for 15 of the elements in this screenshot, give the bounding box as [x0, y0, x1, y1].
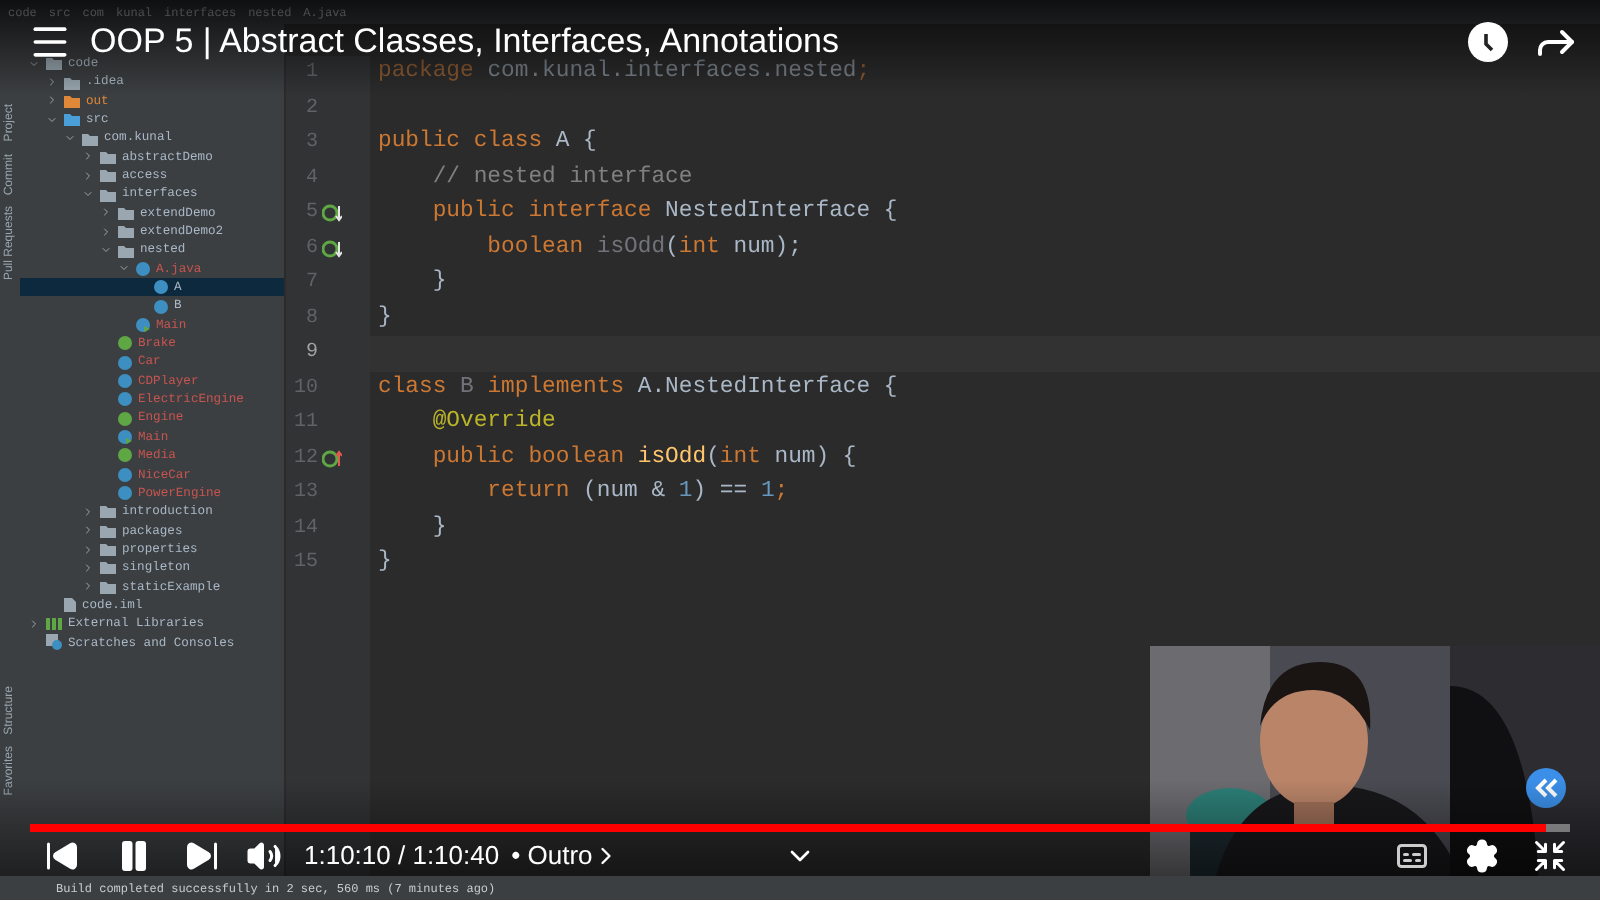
code-line: public interface NestedInterface {: [430, 197, 898, 229]
code-line: // nested interface: [430, 163, 693, 194]
code-line: }: [378, 547, 392, 579]
code-line: }: [430, 267, 447, 299]
line-number: 9: [303, 340, 318, 369]
time-display: 1:10:10 / 1:10:40: [304, 838, 500, 875]
code-line: boolean isOdd(int num);: [485, 233, 802, 264]
code-line: return (num & 1) == 1;: [485, 477, 789, 509]
code-line: public boolean isOdd(int num) {: [430, 443, 857, 474]
code-line: @Override: [430, 407, 556, 439]
code-line: package com.kunal.interfaces.nested;: [378, 57, 871, 89]
code-line: }: [378, 303, 392, 334]
code-line: class B implements A.NestedInterface {: [378, 373, 898, 404]
code-line: }: [430, 513, 447, 544]
code-line: public class A {: [378, 127, 597, 159]
